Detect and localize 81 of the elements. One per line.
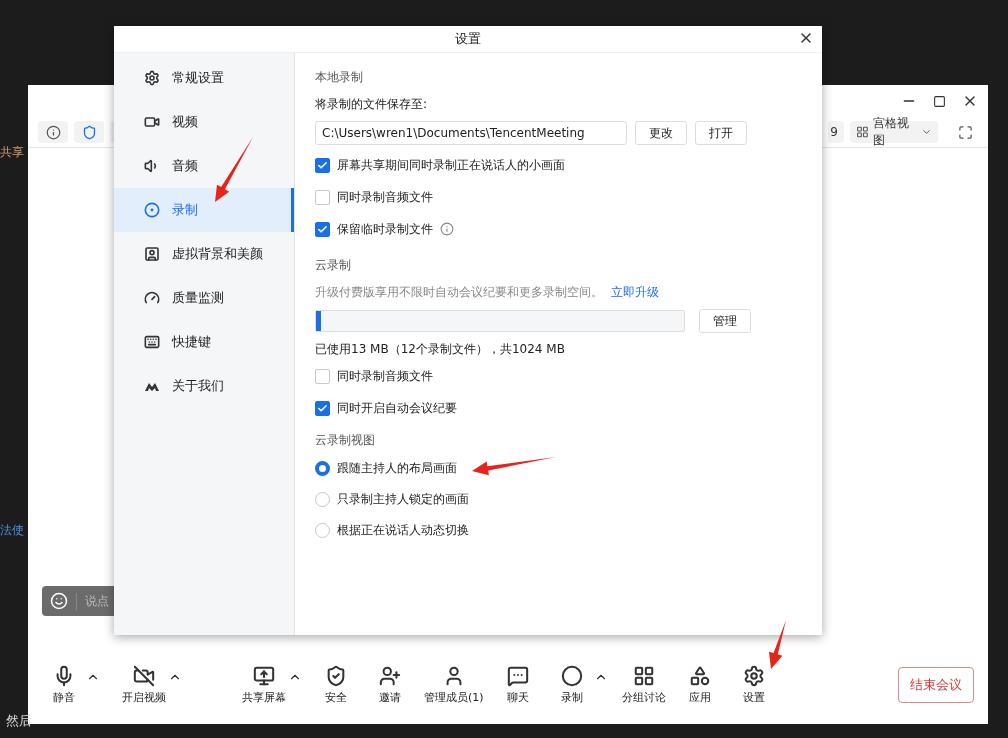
chat-bubble-icon	[506, 665, 529, 687]
toolbar-button[interactable]: 管理成员(1)	[424, 665, 484, 705]
keyboard-icon	[144, 334, 160, 350]
radio-button[interactable]	[315, 461, 330, 476]
option-label: 跟随主持人的布局画面	[337, 460, 457, 477]
caption-text: 然后	[6, 712, 32, 730]
info-button[interactable]	[38, 121, 68, 143]
option-label: 根据正在说话人动态切换	[337, 522, 469, 539]
add-person-icon	[379, 665, 401, 687]
checkbox[interactable]	[315, 221, 330, 237]
sidebar-item[interactable]: 关于我们	[114, 364, 294, 408]
toolbar-button[interactable]: 录制	[551, 665, 592, 705]
sidebar-item[interactable]: 录制	[114, 188, 294, 232]
checkbox[interactable]	[315, 400, 330, 416]
toolbar-button[interactable]: 应用	[679, 665, 720, 705]
gauge-icon	[144, 290, 160, 306]
dialog-button[interactable]: 管理	[699, 309, 751, 333]
screen-share-icon	[253, 665, 275, 687]
background-text: 法使	[0, 522, 24, 539]
toolbar-button[interactable]: 开启视频	[122, 665, 166, 705]
sidebar-item[interactable]: 音频	[114, 144, 294, 188]
usage-text: 已使用13 MB（12个录制文件），共1024 MB	[315, 341, 566, 358]
toolbar-button[interactable]: 聊天	[497, 665, 538, 705]
security-button[interactable]	[74, 121, 104, 143]
video-camera-icon	[144, 114, 160, 130]
option-label: 同时录制音频文件	[337, 188, 433, 206]
toolbar-button[interactable]: 邀请	[370, 665, 410, 705]
shield-icon	[325, 665, 347, 687]
record-icon	[560, 665, 583, 687]
dialog-button[interactable]: 更改	[635, 121, 687, 145]
settings-icon	[144, 70, 160, 86]
checkmark-icon	[317, 223, 328, 235]
count-label: 9	[828, 121, 844, 143]
option-label: 只录制主持人锁定的画面	[337, 491, 469, 508]
sidebar-item[interactable]: 快捷键	[114, 320, 294, 364]
option-label: 保留临时录制文件	[337, 220, 433, 238]
maximize-icon[interactable]	[933, 94, 946, 108]
dialog-button[interactable]: 打开	[695, 121, 747, 145]
sidebar-item[interactable]: 虚拟背景和美颜	[114, 232, 294, 276]
toolbar-button[interactable]: 共享屏幕	[242, 665, 286, 705]
upgrade-link[interactable]: 立即升级	[611, 285, 659, 299]
end-meeting-button[interactable]: 结束会议	[898, 667, 974, 703]
record-icon	[144, 202, 160, 218]
apps-icon	[688, 665, 711, 687]
toolbar-button[interactable]: 分组讨论	[621, 665, 666, 705]
path-field[interactable]: C:\Users\wren1\Documents\TencentMeeting	[315, 121, 627, 145]
radio-button[interactable]	[315, 492, 330, 507]
checkmark-icon	[317, 402, 328, 414]
option-label: 屏幕共享期间同时录制正在说话人的小画面	[337, 156, 565, 174]
fullscreen-icon	[957, 124, 973, 140]
info-icon	[45, 124, 61, 140]
checkbox[interactable]	[315, 157, 330, 173]
dialog-title: 设置	[455, 30, 481, 48]
person-card-icon	[144, 246, 160, 262]
option-label: 同时开启自动会议纪要	[337, 399, 457, 417]
promo-text: 升级付费版享用不限时自动会议纪要和更多录制空间。 立即升级	[315, 284, 660, 301]
toolbar-button[interactable]: 安全	[316, 665, 356, 705]
toolbar-button[interactable]: 静音	[44, 665, 84, 705]
camera-off-icon	[133, 665, 155, 687]
toolbar-button[interactable]: 设置	[733, 665, 774, 705]
sidebar-item[interactable]: 视频	[114, 100, 294, 144]
field-label: 将录制的文件保存至:	[315, 96, 429, 113]
checkbox[interactable]	[315, 189, 330, 205]
option-label: 同时录制音频文件	[337, 367, 433, 385]
grid-icon	[856, 125, 869, 139]
smiley-icon	[50, 592, 68, 610]
sidebar-item[interactable]: 质量监测	[114, 276, 294, 320]
grid-blocks-icon	[632, 665, 655, 687]
annotation-arrow	[769, 620, 786, 669]
section-heading: 云录制	[315, 257, 352, 274]
annotation-arrow	[215, 137, 253, 202]
settings-icon	[742, 665, 765, 687]
info-icon[interactable]	[440, 222, 454, 236]
checkbox[interactable]	[315, 368, 330, 384]
background-text: 共享	[0, 144, 24, 161]
checkmark-icon	[317, 159, 328, 171]
sidebar-item[interactable]: 常规设置	[114, 56, 294, 100]
radio-button[interactable]	[315, 523, 330, 538]
section-heading: 云录制视图	[315, 432, 376, 449]
section-heading: 本地录制	[315, 69, 364, 86]
shield-icon	[81, 124, 97, 140]
